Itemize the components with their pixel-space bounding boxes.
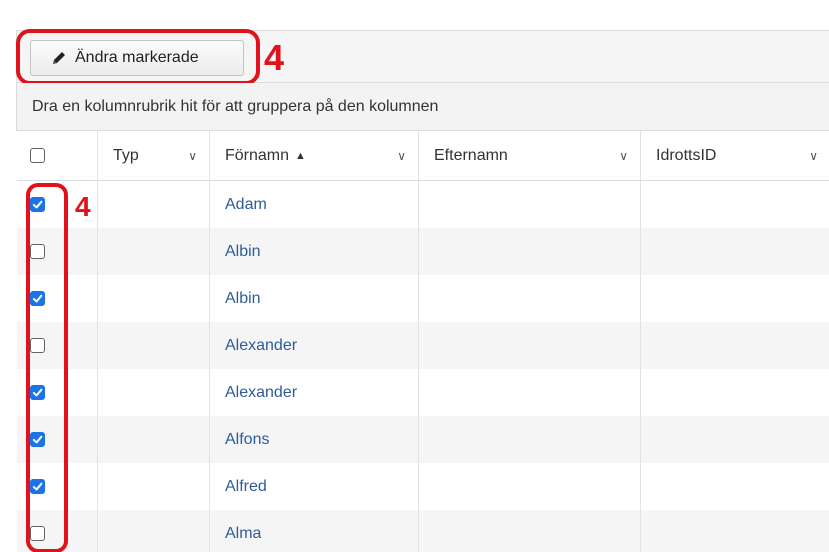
cell-idrottsid [640,275,829,322]
cell-fornamn[interactable]: Alfred [209,463,418,510]
cell-fornamn[interactable]: Adam [209,181,418,228]
cell-idrottsid [640,369,829,416]
cell-efternamn [418,181,640,228]
cell-fornamn[interactable]: Albin [209,228,418,275]
header-select-all-cell [17,131,97,180]
column-header-idrottsid[interactable]: IdrottsID ∨ [640,131,829,180]
row-checkbox[interactable] [30,291,45,306]
cell-fornamn[interactable]: Alexander [209,322,418,369]
column-header-typ[interactable]: Typ ∨ [97,131,209,180]
sort-ascending-icon: ▲ [295,149,306,162]
chevron-down-icon[interactable]: ∨ [397,149,406,163]
row-select-cell [17,228,97,275]
chevron-down-icon[interactable]: ∨ [188,149,197,163]
cell-fornamn[interactable]: Albin [209,275,418,322]
cell-typ [97,463,209,510]
cell-typ [97,228,209,275]
chevron-down-icon[interactable]: ∨ [809,149,818,163]
cell-efternamn [418,463,640,510]
cell-idrottsid [640,463,829,510]
row-select-cell [17,275,97,322]
cell-efternamn [418,228,640,275]
row-checkbox[interactable] [30,526,45,541]
cell-typ [97,181,209,228]
table-row[interactable]: Alma [17,510,829,552]
cell-typ [97,275,209,322]
column-header-label: Efternamn [434,146,508,164]
row-select-cell [17,510,97,552]
row-checkbox[interactable] [30,432,45,447]
row-checkbox[interactable] [30,385,45,400]
group-by-drop-zone[interactable]: Dra en kolumnrubrik hit för att gruppera… [16,83,829,131]
row-checkbox[interactable] [30,244,45,259]
row-select-cell [17,416,97,463]
pencil-icon [53,52,65,64]
table-row[interactable]: Alexander [17,322,829,369]
column-header-label: IdrottsID [656,146,717,164]
row-select-cell [17,369,97,416]
column-header-efternamn[interactable]: Efternamn ∨ [418,131,640,180]
table-row[interactable]: Alfons [17,416,829,463]
row-select-cell [17,322,97,369]
edit-selected-label: Ändra markerade [75,49,199,66]
column-header-label: Typ [113,146,139,164]
cell-efternamn [418,322,640,369]
table-row[interactable]: Albin [17,228,829,275]
row-select-cell [17,463,97,510]
cell-idrottsid [640,322,829,369]
cell-efternamn [418,416,640,463]
cell-fornamn[interactable]: Alexander [209,369,418,416]
chevron-down-icon[interactable]: ∨ [619,149,628,163]
cell-fornamn[interactable]: Alfons [209,416,418,463]
cell-efternamn [418,510,640,552]
cell-typ [97,369,209,416]
cell-fornamn[interactable]: Alma [209,510,418,552]
table-row[interactable]: Adam [17,181,829,228]
table-row[interactable]: Albin [17,275,829,322]
cell-typ [97,322,209,369]
row-checkbox[interactable] [30,197,45,212]
group-hint-text: Dra en kolumnrubrik hit för att gruppera… [32,97,439,115]
cell-typ [97,510,209,552]
annotation-number-edit: 4 [264,37,285,78]
grid-header-row: Typ ∨ Förnamn ▲ ∨ Efternamn ∨ IdrottsID … [17,131,829,181]
cell-idrottsid [640,416,829,463]
column-header-label: Förnamn [225,146,290,164]
table-row[interactable]: Alexander [17,369,829,416]
cell-typ [97,416,209,463]
cell-efternamn [418,369,640,416]
annotation-number-checkboxes: 4 [75,191,91,222]
cell-idrottsid [640,181,829,228]
cell-idrottsid [640,510,829,552]
row-checkbox[interactable] [30,479,45,494]
cell-idrottsid [640,228,829,275]
edit-selected-button[interactable]: Ändra markerade [30,40,244,76]
row-checkbox[interactable] [30,338,45,353]
table-row[interactable]: Alfred [17,463,829,510]
column-header-fornamn[interactable]: Förnamn ▲ ∨ [209,131,418,180]
select-all-checkbox[interactable] [30,148,45,163]
cell-efternamn [418,275,640,322]
